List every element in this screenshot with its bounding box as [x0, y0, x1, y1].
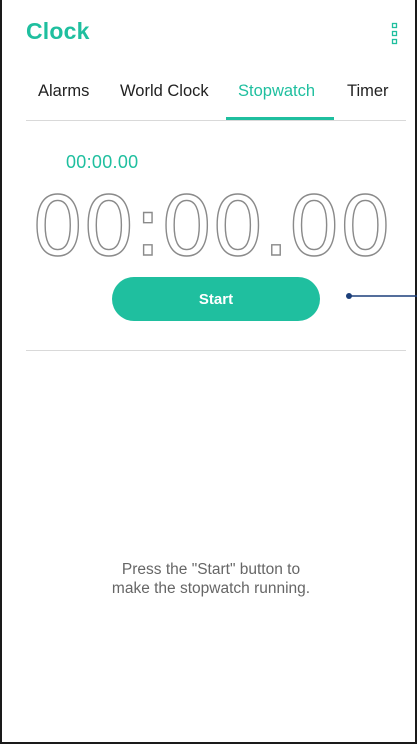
divider — [26, 350, 406, 351]
stopwatch-display: 00:00.00 — [31, 179, 392, 275]
start-button[interactable]: Start — [112, 277, 320, 321]
active-tab-indicator — [226, 117, 334, 120]
callout-pointer — [345, 288, 417, 308]
lap-time: 00:00.00 — [66, 152, 139, 172]
app-window: Clock Alarms World Clock Stopwatch Timer… — [0, 0, 417, 744]
tab-stopwatch[interactable]: Stopwatch — [238, 74, 315, 120]
tab-timer[interactable]: Timer — [347, 74, 389, 120]
more-vert-icon[interactable] — [390, 22, 400, 46]
tab-bar: Alarms World Clock Stopwatch Timer — [26, 74, 406, 121]
hint-line-1: Press the "Start" button to — [121, 561, 301, 578]
hint-line-2: make the stopwatch running. — [111, 580, 311, 597]
app-title: Clock — [26, 18, 90, 44]
hint-text: Press the "Start" button to make the sto… — [26, 560, 396, 598]
tab-world-clock[interactable]: World Clock — [120, 74, 209, 120]
tab-alarms[interactable]: Alarms — [38, 74, 89, 120]
